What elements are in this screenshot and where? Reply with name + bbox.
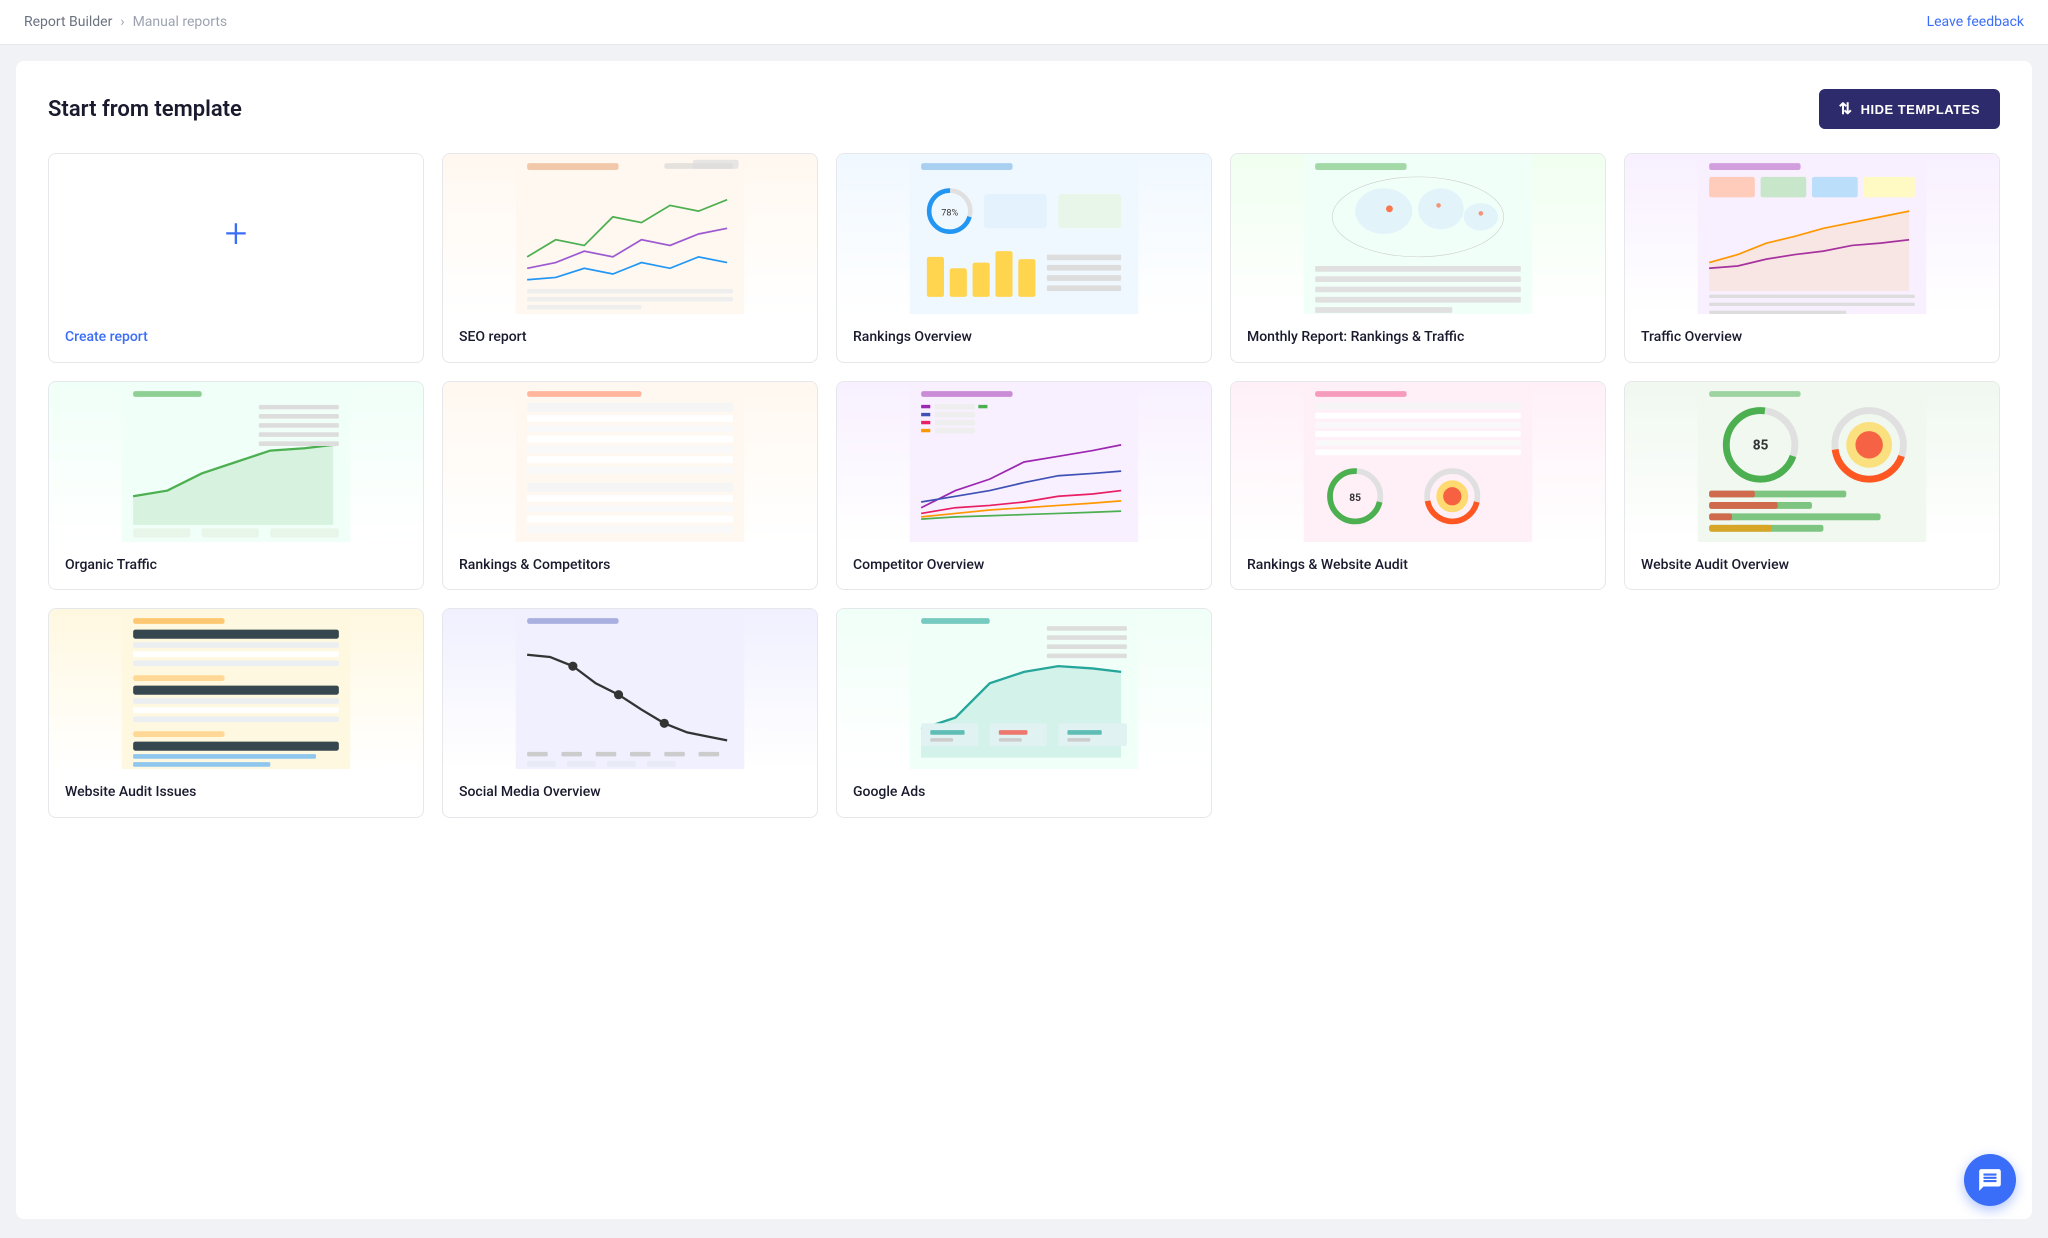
rankings-website-audit-card[interactable]: 85 Rankings & Website Audit bbox=[1230, 381, 1606, 591]
websiteaudit-preview-svg: 85 bbox=[1625, 382, 1999, 542]
websiteissues-preview bbox=[49, 609, 423, 769]
plus-icon: + bbox=[225, 214, 248, 254]
social-media-overview-label: Social Media Overview bbox=[443, 769, 817, 817]
breadcrumb-current: Manual reports bbox=[133, 14, 228, 30]
section-title: Start from template bbox=[48, 97, 242, 122]
svg-text:85: 85 bbox=[1753, 437, 1769, 453]
breadcrumb-separator: › bbox=[120, 14, 124, 30]
rankcomp-preview-svg bbox=[443, 382, 817, 542]
chat-bubble[interactable] bbox=[1964, 1154, 2016, 1206]
rankings-competitors-label: Rankings & Competitors bbox=[443, 542, 817, 590]
chat-icon bbox=[1977, 1167, 2003, 1193]
traffic-preview bbox=[1625, 154, 1999, 314]
socialmedia-preview bbox=[443, 609, 817, 769]
rankcomp-preview bbox=[443, 382, 817, 542]
organic-traffic-card[interactable]: Organic Traffic bbox=[48, 381, 424, 591]
header-row: Start from template ⇅ HIDE TEMPLATES bbox=[48, 89, 2000, 129]
leave-feedback-link[interactable]: Leave feedback bbox=[1927, 14, 2024, 30]
googleads-preview bbox=[837, 609, 1211, 769]
socialmedia-preview-svg bbox=[443, 609, 817, 769]
breadcrumb: Report Builder › Manual reports bbox=[24, 14, 227, 30]
rankings-preview: 78% bbox=[837, 154, 1211, 314]
top-bar: Report Builder › Manual reports Leave fe… bbox=[0, 0, 2048, 45]
monthly-preview-svg bbox=[1231, 154, 1605, 314]
traffic-preview-svg bbox=[1625, 154, 1999, 314]
rankings-competitors-card[interactable]: Rankings & Competitors bbox=[442, 381, 818, 591]
organic-traffic-label: Organic Traffic bbox=[49, 542, 423, 590]
website-audit-overview-card[interactable]: 85 Website Audit Overvie bbox=[1624, 381, 2000, 591]
rankings-preview-svg: 78% bbox=[837, 154, 1211, 314]
websiteaudit-preview: 85 bbox=[1625, 382, 1999, 542]
main-content: Start from template ⇅ HIDE TEMPLATES + C… bbox=[16, 61, 2032, 1219]
monthly-preview bbox=[1231, 154, 1605, 314]
rankings-overview-label: Rankings Overview bbox=[837, 314, 1211, 362]
svg-text:78%: 78% bbox=[941, 209, 958, 219]
organic-preview-svg bbox=[49, 382, 423, 542]
rankings-website-audit-label: Rankings & Website Audit bbox=[1231, 542, 1605, 590]
rankaudit-preview: 85 bbox=[1231, 382, 1605, 542]
seo-report-card[interactable]: SEO report bbox=[442, 153, 818, 363]
breadcrumb-root[interactable]: Report Builder bbox=[24, 14, 112, 30]
templates-grid: + Create report bbox=[48, 153, 2000, 818]
competitor-preview bbox=[837, 382, 1211, 542]
google-ads-card[interactable]: Google Ads bbox=[836, 608, 1212, 818]
competitor-overview-card[interactable]: Competitor Overview bbox=[836, 381, 1212, 591]
social-media-overview-card[interactable]: Social Media Overview bbox=[442, 608, 818, 818]
seo-preview-svg bbox=[443, 154, 817, 314]
svg-text:85: 85 bbox=[1349, 490, 1361, 503]
website-audit-overview-label: Website Audit Overview bbox=[1625, 542, 1999, 590]
traffic-overview-label: Traffic Overview bbox=[1625, 314, 1999, 362]
create-preview: + bbox=[49, 154, 423, 314]
hide-templates-button[interactable]: ⇅ HIDE TEMPLATES bbox=[1819, 89, 2000, 129]
googleads-preview-svg bbox=[837, 609, 1211, 769]
google-ads-label: Google Ads bbox=[837, 769, 1211, 817]
monthly-report-label: Monthly Report: Rankings & Traffic bbox=[1231, 314, 1605, 362]
organic-preview bbox=[49, 382, 423, 542]
competitor-overview-label: Competitor Overview bbox=[837, 542, 1211, 590]
traffic-overview-card[interactable]: Traffic Overview bbox=[1624, 153, 2000, 363]
website-audit-issues-card[interactable]: Website Audit Issues bbox=[48, 608, 424, 818]
monthly-report-card[interactable]: Monthly Report: Rankings & Traffic bbox=[1230, 153, 1606, 363]
rankaudit-preview-svg: 85 bbox=[1231, 382, 1605, 542]
seo-preview bbox=[443, 154, 817, 314]
websiteissues-preview-svg bbox=[49, 609, 423, 769]
website-audit-issues-label: Website Audit Issues bbox=[49, 769, 423, 817]
rankings-overview-card[interactable]: 78% Rankings Overview bbox=[836, 153, 1212, 363]
seo-report-label: SEO report bbox=[443, 314, 817, 362]
competitor-preview-svg bbox=[837, 382, 1211, 542]
create-label-text: Create report bbox=[65, 329, 148, 345]
arrows-icon: ⇅ bbox=[1839, 99, 1853, 119]
create-report-label: Create report bbox=[49, 314, 423, 362]
hide-templates-label: HIDE TEMPLATES bbox=[1861, 102, 1980, 117]
create-report-card[interactable]: + Create report bbox=[48, 153, 424, 363]
